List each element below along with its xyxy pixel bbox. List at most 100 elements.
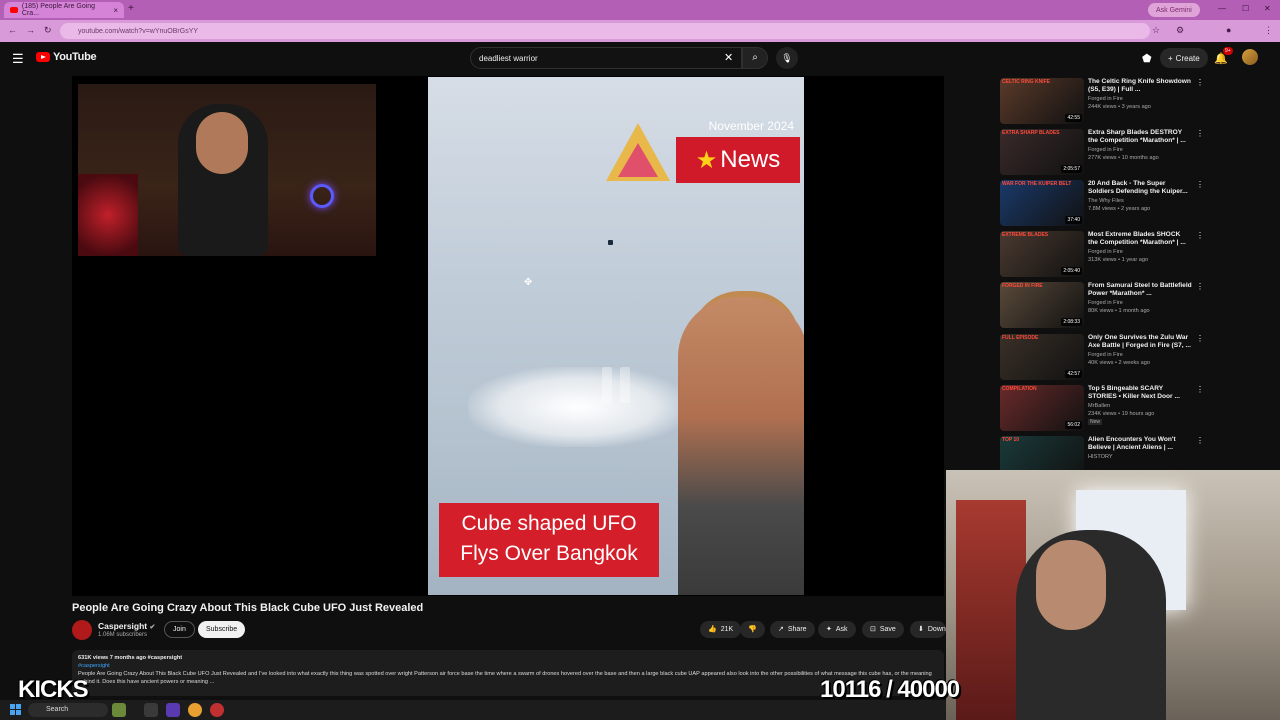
recommendation-item[interactable]: EXTRA SHARP BLADES 2:05:57 Extra Sharp Bla… [1000,129,1204,175]
weather-app-icon[interactable] [112,703,126,717]
thumbnail-text: EXTREME BLADES [1002,232,1049,238]
discord-app-icon[interactable] [166,703,180,717]
url-field[interactable]: youtube.com/watch?v=wYnuOBrGsYY [60,23,1150,39]
ask-button[interactable]: ✦ Ask [818,621,856,638]
dislike-button[interactable]: 👎 [740,621,765,638]
more-options-icon[interactable]: ⋮ [1196,436,1204,445]
recommendation-channel[interactable]: The Why Files [1088,198,1124,204]
channel-avatar[interactable] [72,620,92,640]
obs-app-icon[interactable] [210,703,224,717]
subscribe-button[interactable]: Subscribe [198,621,246,638]
maximize-icon[interactable]: ☐ [1242,4,1249,13]
webcam-face [1036,540,1106,630]
chrome-app-icon[interactable] [188,703,202,717]
create-button[interactable]: + Create [1160,48,1208,68]
new-tab-icon[interactable]: + [128,3,134,14]
ufo-object [608,240,613,245]
save-button[interactable]: ⊡ Save [862,621,904,638]
recommendation-title[interactable]: From Samurai Steel to Battlefield Power … [1088,282,1192,298]
recommendation-channel[interactable]: Forged in Fire [1088,147,1123,153]
recommendation-title[interactable]: Only One Survives the Zulu War Axe Battl… [1088,334,1192,350]
recommendation-title[interactable]: Top 5 Bingeable SCARY STORIES • Killer N… [1088,385,1192,401]
profile-icon[interactable]: ● [1226,25,1231,35]
recommendation-thumbnail[interactable]: WAR FOR THE KUIPER BELT 37:40 [1000,180,1084,226]
tab-title: (185) People Are Going Cra... [21,3,96,17]
youtube-favicon-icon [10,7,18,13]
recommendation-channel[interactable]: Forged in Fire [1088,249,1123,255]
recommendation-title[interactable]: Most Extreme Blades SHOCK the Competitio… [1088,231,1192,247]
bookmark-star-icon[interactable]: ☆ [1152,25,1160,36]
cast-icon[interactable]: ⬟ [1142,52,1152,65]
presenter-figure [678,297,804,595]
recommendation-item[interactable]: EXTREME BLADES 2:05:40 Most Extreme Blades… [1000,231,1204,277]
download-button[interactable]: ⬇ Down [910,621,946,638]
recommendation-item[interactable]: FULL EPISODE 42:57 Only One Survives the Z… [1000,334,1204,380]
extensions-icon[interactable]: ⚙ [1176,25,1184,36]
recommendation-title[interactable]: Extra Sharp Blades DESTROY the Competiti… [1088,129,1192,145]
description-meta: 631K views 7 months ago #caspersight [78,655,183,661]
video-duration: 37:40 [1065,216,1082,224]
browser-tab[interactable]: (185) People Are Going Cra... × [4,2,124,18]
description-hashtag[interactable]: #caspersight [78,662,938,670]
star-icon: ★ [695,146,718,174]
forward-icon[interactable]: → [26,25,35,35]
streamer-webcam [946,470,1280,720]
youtube-logo-text: YouTube [53,51,97,63]
recommendation-thumbnail[interactable]: FORGED IN FIRE 2:08:33 [1000,282,1084,328]
minimize-icon[interactable]: — [1218,4,1226,13]
recommendation-title[interactable]: The Celtic Ring Knife Showdown (S5, E39)… [1088,78,1192,94]
youtube-logo[interactable]: YouTube [36,51,97,63]
taskbar-search[interactable]: Search [28,703,108,717]
file-explorer-icon[interactable] [144,703,158,717]
like-button[interactable]: 👍 21K [700,621,742,638]
recommendation-channel[interactable]: Forged in Fire [1088,96,1123,102]
voice-search-button[interactable]: 🎙 [776,47,798,69]
youtube-play-icon [36,52,50,62]
share-button[interactable]: ↗ Share [770,621,815,638]
recommendation-channel[interactable]: MrBallen [1088,403,1110,409]
recommendation-meta: 7.8M views • 2 years ago [1088,206,1151,212]
join-button[interactable]: Join [164,621,195,638]
recommendation-thumbnail[interactable]: EXTREME BLADES 2:05:40 [1000,231,1084,277]
ask-gemini-button[interactable]: Ask Gemini [1148,3,1200,17]
search-button[interactable]: ⌕ [742,47,768,69]
more-options-icon[interactable]: ⋮ [1196,78,1204,87]
description-box[interactable]: 631K views 7 months ago #caspersight #ca… [72,650,944,696]
recommendation-title[interactable]: Alien Encounters You Won't Believe | Anc… [1088,436,1192,452]
more-options-icon[interactable]: ⋮ [1196,334,1204,343]
thumbnail-text: COMPILATION [1002,386,1037,392]
back-icon[interactable]: ← [8,25,17,35]
recommendation-item[interactable]: COMPILATION 56:02 Top 5 Bingeable SCARY ST… [1000,385,1204,431]
window-close-icon[interactable]: ✕ [1264,4,1271,13]
recommendation-channel[interactable]: HISTORY [1088,454,1113,460]
reload-icon[interactable]: ↻ [44,25,52,36]
video-frame[interactable]: November 2024 ★ News Cube shaped UFO Fly… [428,77,804,595]
recommendation-title[interactable]: 20 And Back - The Super Soldiers Defendi… [1088,180,1192,196]
share-icon: ↗ [778,626,784,633]
account-avatar[interactable] [1242,49,1258,65]
recommendation-thumbnail[interactable]: CELTIC RING KNIFE 42:55 [1000,78,1084,124]
more-options-icon[interactable]: ⋮ [1196,231,1204,240]
more-options-icon[interactable]: ⋮ [1196,282,1204,291]
recommendation-thumbnail[interactable]: FULL EPISODE 42:57 [1000,334,1084,380]
recommendation-channel[interactable]: Forged in Fire [1088,352,1123,358]
hamburger-menu-icon[interactable]: ☰ [12,51,24,67]
recommendation-thumbnail[interactable]: COMPILATION 56:02 [1000,385,1084,431]
browser-menu-icon[interactable]: ⋮ [1264,25,1273,36]
more-options-icon[interactable]: ⋮ [1196,180,1204,189]
search-input[interactable]: deadliest warrior [470,47,742,69]
pause-icon[interactable] [596,367,636,407]
more-options-icon[interactable]: ⋮ [1196,129,1204,138]
more-options-icon[interactable]: ⋮ [1196,385,1204,394]
clear-search-icon[interactable]: ✕ [724,51,733,64]
recommendation-item[interactable]: FORGED IN FIRE 2:08:33 From Samurai Steel … [1000,282,1204,328]
recommendation-thumbnail[interactable]: EXTRA SHARP BLADES 2:05:57 [1000,129,1084,175]
recommendation-channel[interactable]: Forged in Fire [1088,300,1123,306]
thumbs-up-icon: 👍 [708,626,717,633]
recommendation-item[interactable]: WAR FOR THE KUIPER BELT 37:40 20 And Back … [1000,180,1204,226]
tab-close-icon[interactable]: × [113,6,118,15]
neon-ring-light [310,184,334,208]
windows-start-icon[interactable] [10,704,21,715]
channel-name[interactable]: Caspersight ✔ [98,621,155,631]
recommendation-item[interactable]: CELTIC RING KNIFE 42:55 The Celtic Ring Kn… [1000,78,1204,124]
